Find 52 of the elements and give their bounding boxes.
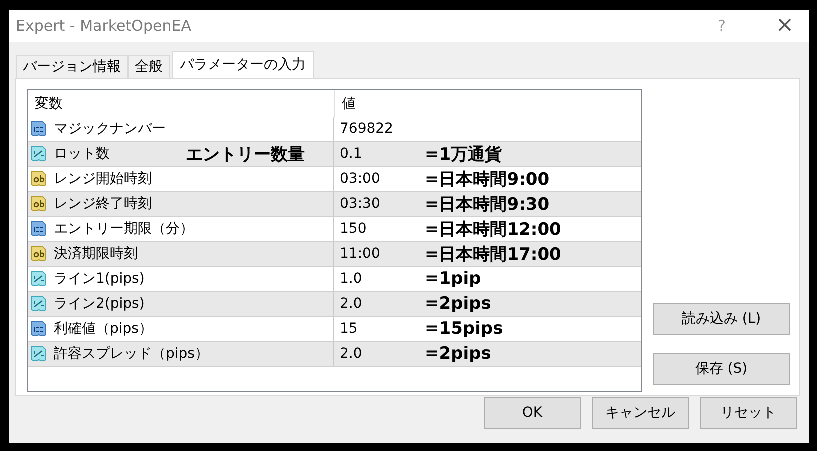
parameter-value[interactable]: 11:00 (340, 246, 425, 262)
fraction-icon (31, 296, 47, 312)
parameter-value[interactable]: 769822 (340, 121, 425, 137)
column-header: 変数 (34, 94, 64, 114)
annotation: エントリー数量 (186, 144, 305, 166)
fraction-icon (31, 271, 47, 287)
column-header: 値 (334, 90, 641, 117)
parameter-name: マジックナンバー (54, 120, 166, 138)
parameter-name: ライン2(pips) (54, 295, 145, 313)
dialog-button[interactable]: リセット (700, 397, 797, 429)
annotation: =2pips (425, 294, 492, 314)
tab[interactable]: バージョン情報 (16, 55, 128, 78)
parameter-name: 利確値（pips） (54, 320, 153, 338)
tab[interactable]: パラメーターの入力 (172, 51, 314, 78)
parameter-value[interactable]: 03:30 (340, 196, 425, 212)
parameter-name: 許容スプレッド（pips） (54, 345, 209, 363)
annotation: =1pip (425, 269, 482, 289)
parameter-value[interactable]: 1.0 (340, 271, 425, 287)
number-icon (31, 221, 47, 237)
parameter-value[interactable]: 2.0 (340, 296, 425, 312)
parameter-value[interactable]: 2.0 (340, 346, 425, 362)
parameter-value[interactable]: 0.1 (340, 146, 425, 162)
annotation: =2pips (425, 344, 492, 364)
parameter-name: エントリー期限（分） (54, 220, 194, 238)
tab[interactable]: 全般 (128, 55, 170, 78)
side-button[interactable]: 読み込み (L) (653, 303, 790, 335)
parameter-name: 決済期限時刻 (54, 245, 138, 263)
parameter-name: ライン1(pips) (54, 270, 145, 288)
parameter-value[interactable]: 15 (340, 321, 425, 337)
number-icon (31, 121, 47, 137)
annotation: =日本時間17:00 (425, 244, 562, 266)
window-title: Expert - MarketOpenEA (16, 17, 192, 35)
annotation: =日本時間9:30 (425, 194, 550, 216)
text-icon (31, 171, 47, 187)
annotation: =1万通貨 (425, 144, 502, 166)
number-icon (31, 321, 47, 337)
parameter-name: レンジ開始時刻 (54, 170, 152, 188)
parameter-value[interactable]: 150 (340, 221, 425, 237)
annotation: =日本時間12:00 (425, 218, 562, 240)
parameter-name: レンジ終了時刻 (54, 195, 152, 213)
parameter-value[interactable]: 03:00 (340, 171, 425, 187)
side-button[interactable]: 保存 (S) (653, 353, 790, 385)
annotation: =日本時間9:00 (425, 168, 550, 190)
parameter-name: ロット数 (54, 145, 110, 163)
fraction-icon (31, 146, 47, 162)
text-icon (31, 246, 47, 262)
close-button[interactable]: × (775, 15, 795, 37)
fraction-icon (31, 346, 47, 362)
annotation: =15pips (425, 319, 504, 339)
dialog-button[interactable]: OK (484, 397, 581, 429)
text-icon (31, 196, 47, 212)
dialog-button[interactable]: キャンセル (592, 397, 689, 429)
